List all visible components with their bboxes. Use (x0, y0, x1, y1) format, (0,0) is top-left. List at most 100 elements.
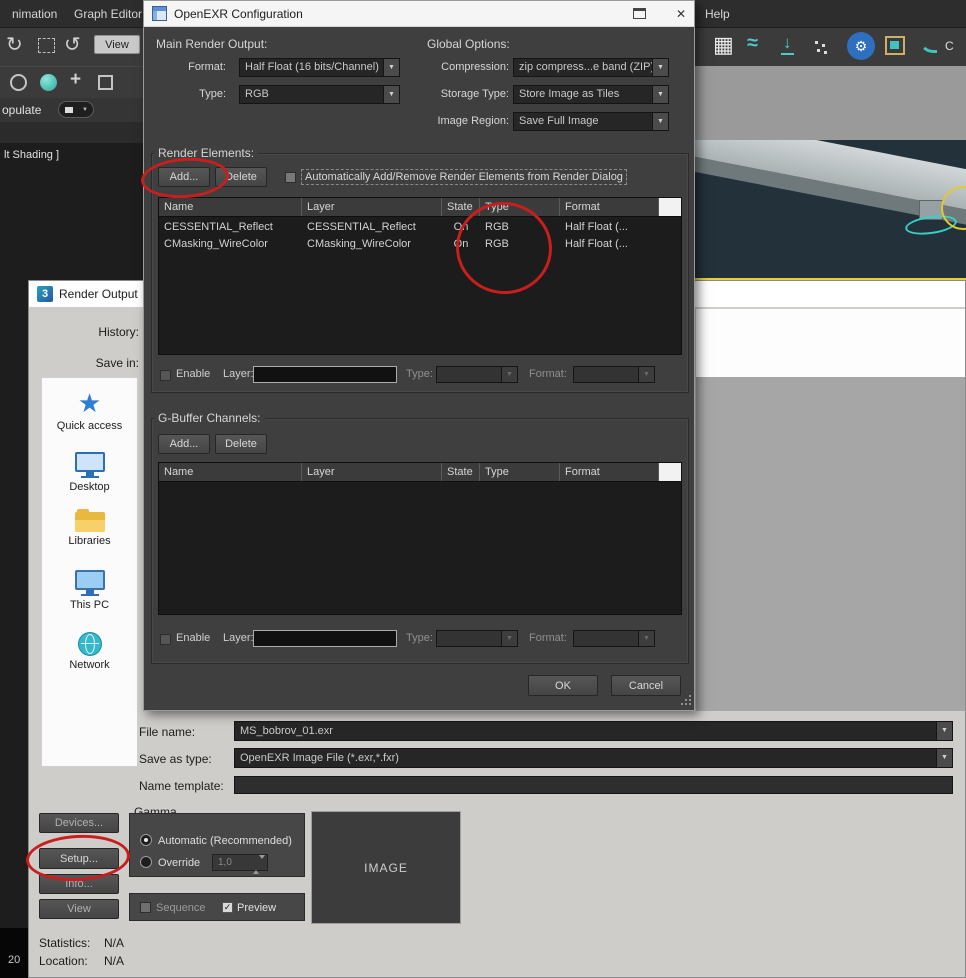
place-label: Libraries (68, 535, 111, 547)
caret-down-icon[interactable]: ▼ (936, 722, 952, 740)
row-type-label: Type: (406, 632, 433, 644)
format-dropdown[interactable]: Half Float (16 bits/Channel) ▼ (239, 58, 400, 77)
curve-editor-icon[interactable] (919, 36, 937, 53)
col-type[interactable]: Type (480, 463, 560, 481)
save-download-icon[interactable]: ↓ (781, 33, 794, 55)
toolbar-overflow-label[interactable]: C (945, 39, 954, 53)
extrude-tool-icon[interactable] (98, 75, 113, 90)
gbuffer-table: Name Layer State Type Format (158, 462, 682, 615)
file-list-area[interactable] (696, 377, 965, 711)
gamma-value-spinner[interactable]: 1,0 (212, 854, 268, 874)
compression-value: zip compress...e band (ZIP) (519, 61, 655, 73)
menu-item-help[interactable]: Help (705, 7, 730, 21)
caret-down-icon[interactable]: ▼ (652, 59, 668, 76)
curve-wave-icon[interactable]: ≈ (747, 32, 758, 55)
cancel-button[interactable]: Cancel (611, 675, 681, 696)
name-template-field[interactable] (234, 776, 953, 794)
sequence-checkbox[interactable] (140, 902, 151, 913)
auto-add-remove-checkbox[interactable] (285, 172, 296, 183)
devices-button[interactable]: Devices... (39, 813, 119, 833)
col-format[interactable]: Format (560, 463, 659, 481)
save-type-combo[interactable]: OpenEXR Image File (*.exr,*.fxr) ▼ (234, 748, 953, 768)
select-region-icon[interactable] (38, 38, 55, 53)
gbuffer-type-dropdown[interactable]: ▼ (436, 630, 518, 647)
sidebar-place-libraries[interactable]: Libraries (42, 509, 137, 547)
storage-type-dropdown[interactable]: Store Image as Tiles ▼ (513, 85, 669, 104)
restore-button[interactable] (633, 8, 646, 19)
col-spacer (659, 198, 681, 216)
compression-dropdown[interactable]: zip compress...e band (ZIP) ▼ (513, 58, 669, 77)
ellipse-tool-icon[interactable] (10, 74, 27, 91)
menu-item-graph-editors[interactable]: Graph Editor (74, 7, 142, 21)
sidebar-place-network[interactable]: Network (42, 632, 137, 671)
table-row[interactable]: CESSENTIAL_Reflect CESSENTIAL_Reflect On… (159, 219, 681, 236)
layer-pill[interactable]: ▼ (58, 101, 94, 118)
row-format-label: Format: (529, 368, 567, 380)
render-elements-enable-checkbox[interactable] (160, 370, 171, 381)
resize-grip[interactable] (681, 703, 683, 705)
view-button[interactable]: View (39, 899, 119, 919)
sidebar-place-quick-access[interactable]: ★ Quick access (42, 390, 137, 432)
gamma-override-radio[interactable] (140, 856, 152, 868)
col-spacer (659, 463, 681, 481)
view-dropdown-button[interactable]: View (94, 35, 140, 54)
statistics-label: Statistics: (39, 936, 91, 950)
ok-button[interactable]: OK (528, 675, 598, 696)
render-elements-table: Name Layer State Type Format CESSENTIAL_… (158, 197, 682, 355)
col-state[interactable]: State (442, 463, 480, 481)
add-tool-icon[interactable]: + (70, 69, 81, 91)
col-name[interactable]: Name (159, 198, 302, 216)
frame-number: 20 (8, 954, 21, 966)
image-region-dropdown[interactable]: Save Full Image ▼ (513, 112, 669, 131)
gbuffer-add-button[interactable]: Add... (158, 434, 210, 454)
caret-down-icon[interactable]: ▼ (652, 86, 668, 103)
spinner-arrows[interactable] (253, 855, 265, 874)
row-type-dropdown[interactable]: ▼ (436, 366, 518, 383)
close-button[interactable]: ✕ (672, 5, 690, 23)
type-dropdown[interactable]: RGB ▼ (239, 85, 400, 104)
history-field-area[interactable] (696, 309, 965, 377)
scatter-icon[interactable] (815, 41, 818, 44)
col-name[interactable]: Name (159, 463, 302, 481)
caret-down-icon: ▼ (638, 631, 654, 646)
row-format-dropdown[interactable]: ▼ (573, 366, 655, 383)
gbuffer-enable-checkbox[interactable] (160, 634, 171, 645)
viewport-right[interactable] (695, 140, 966, 280)
cell-format: Half Float (... (565, 221, 628, 233)
rendered-frame-icon[interactable] (885, 36, 905, 55)
caret-down-icon[interactable]: ▼ (936, 749, 952, 767)
redo-icon[interactable]: ↺ (64, 32, 81, 57)
sphere-tool-icon[interactable] (40, 74, 57, 91)
gbuffer-layer-input[interactable] (253, 630, 397, 647)
this-pc-icon (42, 570, 137, 596)
gamma-automatic-radio[interactable] (140, 834, 152, 846)
compression-label: Compression: (441, 61, 509, 73)
caret-down-icon[interactable]: ▼ (652, 113, 668, 130)
col-layer[interactable]: Layer (302, 198, 442, 216)
openexr-dialog: OpenEXR Configuration ✕ Main Render Outp… (143, 0, 695, 711)
gbuffer-delete-button[interactable]: Delete (215, 434, 267, 454)
channel-grid-icon[interactable]: ▦ (713, 32, 734, 58)
col-layer[interactable]: Layer (302, 463, 442, 481)
image-region-label: Image Region: (437, 115, 509, 127)
sidebar-place-desktop[interactable]: Desktop (42, 452, 137, 493)
location-value: N/A (104, 954, 125, 968)
table-row[interactable]: CMasking_WireColor CMasking_WireColor On… (159, 236, 681, 253)
name-template-label: Name template: (139, 779, 224, 793)
sidebar-place-this-pc[interactable]: This PC (42, 570, 137, 611)
table-header: Name Layer State Type Format (159, 198, 681, 217)
render-setup-icon[interactable]: ⚙ (847, 32, 875, 60)
preview-checkbox[interactable]: ✓ (222, 902, 233, 913)
openexr-titlebar[interactable]: OpenEXR Configuration ✕ (144, 1, 694, 27)
caret-down-icon[interactable]: ▼ (383, 86, 399, 103)
sequence-group: Sequence ✓ Preview (129, 893, 305, 921)
gbuffer-format-dropdown[interactable]: ▼ (573, 630, 655, 647)
layer-input[interactable] (253, 366, 397, 383)
undo-icon[interactable]: ↻ (6, 32, 23, 57)
file-name-combo[interactable]: MS_bobrov_01.exr ▼ (234, 721, 953, 741)
col-format[interactable]: Format (560, 198, 659, 216)
menu-item-animation[interactable]: nimation (12, 7, 57, 21)
caret-down-icon[interactable]: ▼ (383, 59, 399, 76)
places-panel: ★ Quick access Desktop Libraries This PC… (41, 377, 138, 767)
row-format-label: Format: (529, 632, 567, 644)
